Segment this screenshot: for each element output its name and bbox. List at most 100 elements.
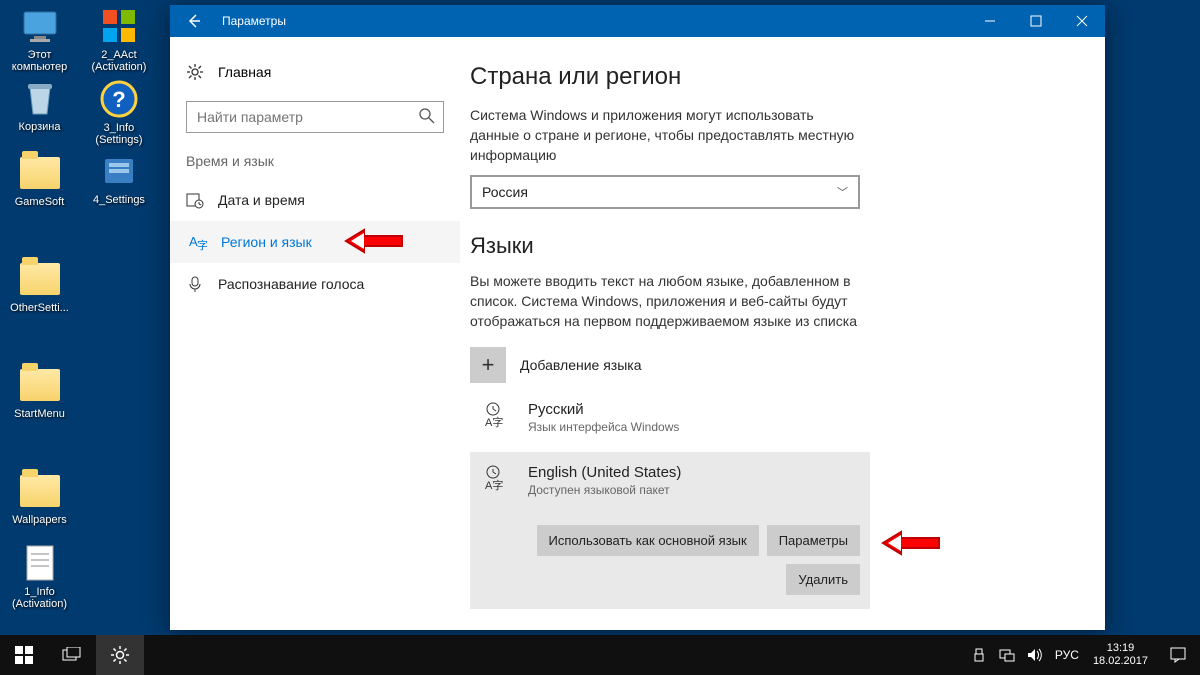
desktop-icon-othersetti[interactable]: OtherSetti... [2,257,77,327]
add-language-label: Добавление языка [520,357,642,373]
settings-file-icon [99,153,139,189]
minimize-icon [984,15,996,27]
search-input[interactable] [186,101,444,133]
language-subtext: Язык интерфейса Windows [528,420,679,434]
desktop-icon-label: OtherSetti... [10,302,69,314]
chevron-down-icon: ﹀ [837,184,848,200]
sidebar: Главная Время и язык Дата и время A字 Рег… [170,37,460,630]
desktop-icon-label: 2_AAct (Activation) [91,49,146,73]
textfile-icon [25,544,55,582]
calendar-clock-icon [186,191,204,209]
language-item-russian[interactable]: A字 Русский Язык интерфейса Windows [470,389,870,446]
desktop-icon-label: Этот компьютер [12,49,67,73]
desktop-icon-gamesoft[interactable]: GameSoft [2,151,77,221]
folder-icon [20,369,60,401]
mic-icon [186,275,204,293]
settings-window: Параметры Главная Время и язык Дата и вр… [170,5,1105,630]
set-default-button[interactable]: Использовать как основной язык [537,525,759,556]
desktop-icon-wallpapers[interactable]: Wallpapers [2,469,77,539]
language-subtext: Доступен языковой пакет [528,483,681,497]
region-dropdown[interactable]: Россия ﹀ [470,175,860,209]
desktop-icon-info1[interactable]: 1_Info (Activation) [2,541,77,611]
tray-language[interactable]: РУС [1049,648,1085,662]
desktop-icon-startmenu[interactable]: StartMenu [2,363,77,433]
back-button[interactable] [170,5,218,37]
tray-clock[interactable]: 13:19 18.02.2017 [1085,642,1156,668]
remove-language-button[interactable]: Удалить [786,564,860,595]
sidebar-item-label: Дата и время [218,192,305,208]
taskbar: РУС 13:19 18.02.2017 [0,635,1200,675]
folder-icon [20,157,60,189]
language-glyph-icon: A字 [480,464,514,497]
content-area: Страна или регион Система Windows и прил… [460,37,1105,630]
language-icon: A字 [189,233,207,251]
tray-usb-icon[interactable] [965,647,993,663]
start-button[interactable] [0,635,48,675]
maximize-button[interactable] [1013,5,1059,37]
maximize-icon [1030,15,1042,27]
language-name: Русский [528,401,679,418]
action-center-button[interactable] [1156,635,1200,675]
heading-region: Страна или регион [470,63,1071,91]
taskbar-app-settings[interactable] [96,635,144,675]
desktop-icon-info3[interactable]: ? 3_Info (Settings) [81,77,156,147]
region-value: Россия [482,184,528,200]
desktop-icon-label: Wallpapers [12,514,67,526]
ms-logo-icon [101,8,137,44]
search-box [186,101,444,133]
titlebar: Параметры [170,5,1105,37]
desktop-icon-recycle[interactable]: Корзина [2,76,77,146]
desktop-icon-label: GameSoft [15,196,65,208]
heading-languages: Языки [470,233,1071,259]
desktop-icon-label: StartMenu [14,408,65,420]
plus-icon: + [470,347,506,383]
languages-description: Вы можете вводить текст на любом языке, … [470,271,860,331]
sidebar-item-date-time[interactable]: Дата и время [170,179,460,221]
gear-icon [110,645,130,665]
help-icon: ? [100,80,138,118]
svg-text:A字: A字 [485,415,503,429]
svg-text:字: 字 [197,238,207,251]
language-options-button[interactable]: Параметры [767,525,860,556]
add-language-button[interactable]: + Добавление языка [470,347,1071,383]
home-link[interactable]: Главная [170,55,460,89]
language-glyph-icon: A字 [480,401,514,434]
home-label: Главная [218,64,271,80]
gear-icon [186,63,204,81]
task-view-button[interactable] [48,635,96,675]
svg-text:A字: A字 [485,478,503,492]
sidebar-item-speech[interactable]: Распознавание голоса [170,263,460,305]
minimize-button[interactable] [967,5,1013,37]
desktop-icon-this-pc[interactable]: Этот компьютер [2,4,77,74]
sidebar-item-label: Распознавание голоса [218,276,364,292]
folder-icon [20,263,60,295]
windows-logo-icon [15,646,33,664]
language-item-english[interactable]: A字 English (United States) Доступен язык… [470,452,870,609]
sidebar-item-region-lang[interactable]: A字 Регион и язык [170,221,460,263]
pc-icon [20,8,60,44]
desktop-icon-label: 3_Info (Settings) [95,122,142,146]
tray-time: 13:19 [1093,642,1148,655]
desktop-icon-settings4[interactable]: 4_Settings [81,149,156,219]
desktop-icon-aact[interactable]: 2_AAct (Activation) [81,4,156,74]
system-tray: РУС 13:19 18.02.2017 [965,635,1200,675]
search-icon [418,107,436,125]
desktop-icon-label: 4_Settings [93,194,145,206]
desktop-icon-label: Корзина [19,121,61,133]
category-title: Время и язык [170,133,460,179]
back-arrow-icon [186,13,202,29]
window-title: Параметры [218,14,967,28]
desktop: Этот компьютер 2_AAct (Activation) Корзи… [0,0,170,617]
tray-network-icon[interactable] [993,647,1021,663]
notification-icon [1169,646,1187,664]
tray-date: 18.02.2017 [1093,655,1148,668]
desktop-icon-label: 1_Info (Activation) [12,586,67,610]
folder-icon [20,475,60,507]
recycle-bin-icon [22,78,58,118]
close-button[interactable] [1059,5,1105,37]
language-name: English (United States) [528,464,681,481]
tray-volume-icon[interactable] [1021,647,1049,663]
close-icon [1076,15,1088,27]
sidebar-item-label: Регион и язык [221,234,312,250]
svg-text:?: ? [112,87,125,112]
